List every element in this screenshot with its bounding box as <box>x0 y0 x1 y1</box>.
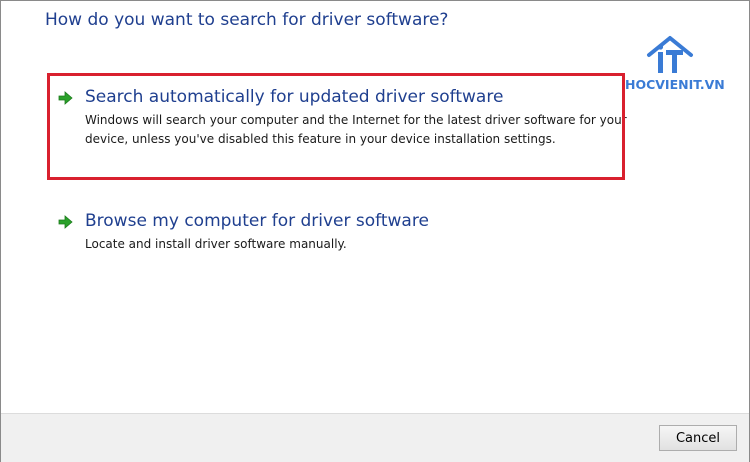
hocvienit-watermark: HOCVIENIT.VN <box>621 35 725 95</box>
browse-computer-title[interactable]: Browse my computer for driver software <box>85 211 429 231</box>
cancel-button[interactable]: Cancel <box>659 425 737 451</box>
dialog-footer: Cancel <box>1 413 749 462</box>
driver-update-dialog: How do you want to search for driver sof… <box>0 0 750 462</box>
house-logo-icon <box>647 36 693 73</box>
green-arrow-icon <box>58 215 73 229</box>
dialog-heading: How do you want to search for driver sof… <box>45 10 449 30</box>
red-highlight-box <box>47 73 625 180</box>
browse-computer-description: Locate and install driver software manua… <box>85 237 347 251</box>
watermark-site-text: HOCVIENIT.VN <box>625 77 725 92</box>
